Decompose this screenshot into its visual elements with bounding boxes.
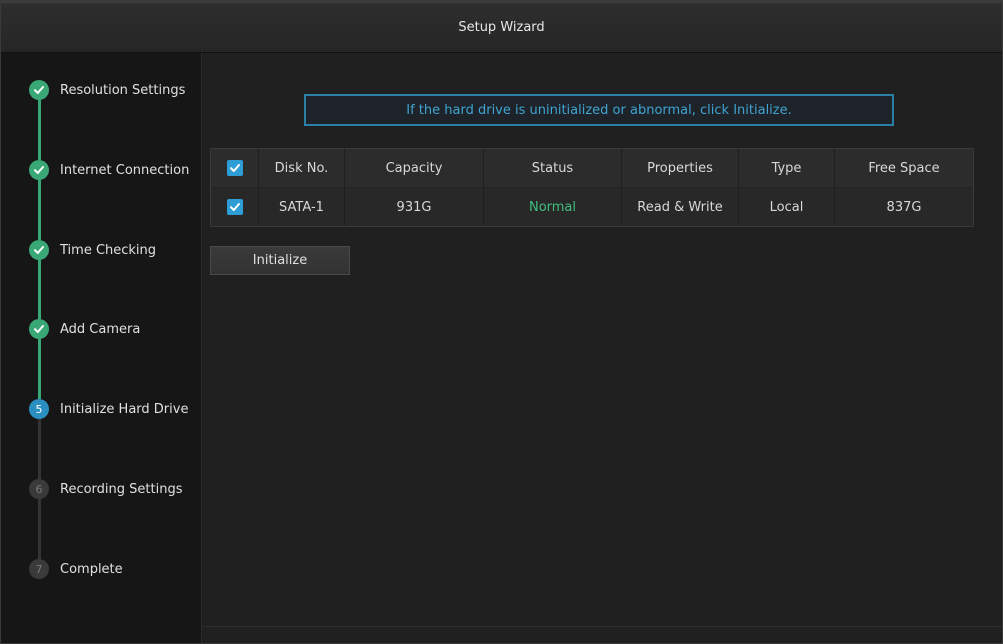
step-number: 6 (29, 479, 49, 499)
window-title: Setup Wizard (458, 20, 545, 35)
step-number: 7 (29, 559, 49, 579)
select-all-checkbox[interactable] (226, 160, 243, 176)
step-connector (38, 339, 41, 399)
step-connector (38, 419, 41, 479)
column-header[interactable]: Disk No. (259, 149, 345, 187)
step-label: Initialize Hard Drive (60, 401, 189, 417)
title-bar: Setup Wizard (1, 1, 1002, 53)
checkbox-checked-icon (229, 203, 240, 211)
step-time-checking[interactable]: Time Checking (29, 240, 156, 260)
step-number: 5 (29, 399, 49, 419)
column-header[interactable]: Capacity (345, 149, 484, 187)
checkmark-icon (29, 319, 49, 339)
step-complete[interactable]: 7 Complete (29, 559, 123, 579)
table-row[interactable]: SATA-1 931G Normal Read & Write Local 83… (211, 188, 973, 226)
step-add-camera[interactable]: Add Camera (29, 319, 140, 339)
step-label: Time Checking (60, 242, 157, 258)
disk-table: Disk No. Capacity Status Properties Type… (210, 148, 974, 227)
column-header[interactable]: Free Space (835, 149, 973, 187)
select-all-cell (211, 149, 259, 187)
divider (202, 626, 1002, 627)
step-label: Internet Connection (60, 162, 190, 178)
step-connector (38, 260, 41, 319)
row-select-cell (211, 188, 259, 226)
column-header[interactable]: Properties (622, 149, 739, 187)
column-header[interactable]: Status (484, 149, 622, 187)
step-internet-connection[interactable]: Internet Connection (29, 160, 189, 180)
step-label: Complete (60, 561, 123, 577)
step-initialize-hard-drive[interactable]: 5 Initialize Hard Drive (29, 399, 188, 419)
main-panel: If the hard drive is uninitialized or ab… (202, 53, 1002, 643)
step-connector (38, 180, 41, 240)
hint-text: If the hard drive is uninitialized or ab… (406, 102, 792, 118)
free-space-cell: 837G (886, 199, 922, 215)
setup-wizard-window: Setup Wizard Resolution Settings Interne… (0, 0, 1003, 644)
hint-banner: If the hard drive is uninitialized or ab… (304, 94, 894, 126)
checkmark-icon (29, 240, 49, 260)
checkmark-icon (29, 160, 49, 180)
step-label: Recording Settings (60, 481, 183, 497)
initialize-button[interactable]: Initialize (210, 246, 350, 275)
step-resolution-settings[interactable]: Resolution Settings (29, 80, 185, 100)
row-checkbox[interactable] (226, 199, 243, 215)
status-cell: Normal (484, 188, 622, 226)
step-label: Resolution Settings (60, 82, 186, 98)
step-connector (38, 499, 41, 559)
step-connector (38, 100, 41, 160)
step-label: Add Camera (60, 321, 141, 337)
disk-no-cell: SATA-1 (259, 188, 345, 226)
type-cell: Local (739, 188, 835, 226)
properties-cell: Read & Write (622, 188, 739, 226)
step-recording-settings[interactable]: 6 Recording Settings (29, 479, 182, 499)
table-header-row: Disk No. Capacity Status Properties Type… (211, 149, 973, 188)
checkbox-checked-icon (229, 164, 240, 172)
column-header[interactable]: Type (739, 149, 835, 187)
checkmark-icon (29, 80, 49, 100)
wizard-steps-sidebar: Resolution Settings Internet Connection … (1, 53, 202, 643)
capacity-cell: 931G (345, 188, 484, 226)
